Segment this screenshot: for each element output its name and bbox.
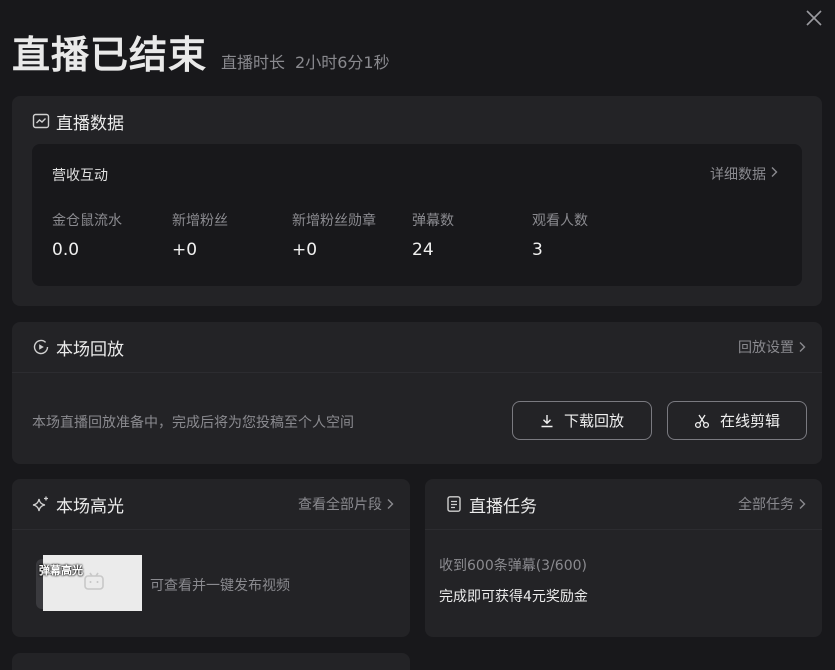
download-icon (540, 414, 554, 428)
download-replay-label: 下载回放 (563, 412, 624, 430)
page-title: 直播已结束 (12, 33, 208, 77)
view-all-clips-link[interactable]: 查看全部片段 (298, 479, 394, 529)
all-tasks-link[interactable]: 全部任务 (738, 479, 806, 529)
stat-label: 金仓鼠流水 (52, 213, 122, 229)
stat-revenue: 金仓鼠流水 0.0 (52, 210, 172, 260)
tv-logo-icon (83, 571, 105, 595)
replay-settings-link[interactable]: 回放设置 (738, 322, 806, 372)
stat-new-fans: 新增粉丝 +0 (172, 210, 292, 260)
chevron-right-icon (770, 166, 778, 182)
stat-label: 观看人数 (532, 213, 588, 229)
divider (12, 372, 822, 373)
task-progress: 收到600条弹幕(3/600) (439, 558, 587, 574)
stat-new-fan-medals: 新增粉丝勋章 +0 (292, 210, 412, 260)
highlights-panel: 本场高光 查看全部片段 弹幕高光 可查看并一键发布视频 (12, 479, 410, 637)
tasks-title: 直播任务 (469, 496, 537, 517)
download-replay-button[interactable]: 下载回放 (512, 401, 652, 440)
task-reward: 完成即可获得4元奖励金 (439, 589, 588, 605)
live-data-title: 直播数据 (56, 113, 124, 134)
online-edit-label: 在线剪辑 (719, 412, 780, 430)
replay-panel: 本场回放 回放设置 本场直播回放准备中，完成后将为您投稿至个人空间 下载回放 在… (12, 322, 822, 464)
duration-label: 直播时长 (221, 53, 286, 72)
sparkle-icon (32, 495, 50, 513)
highlight-thumbnail[interactable]: 弹幕高光 (36, 555, 142, 611)
live-data-header: 直播数据 (12, 96, 822, 146)
stat-value: 0.0 (52, 240, 80, 260)
page-header: 直播已结束 直播时长 2小时6分1秒 (12, 24, 390, 79)
next-panel-partial (12, 653, 410, 670)
stat-label: 新增粉丝 (172, 213, 228, 229)
view-all-clips-label: 查看全部片段 (298, 497, 382, 513)
revenue-interaction-card: 营收互动 详细数据 金仓鼠流水 0.0 新增粉丝 +0 新增粉丝勋章 +0 弹幕… (32, 144, 802, 286)
chevron-right-icon (798, 341, 806, 353)
stat-value: +0 (172, 240, 198, 260)
online-edit-button[interactable]: 在线剪辑 (667, 401, 807, 440)
stat-value: 24 (412, 240, 434, 260)
chart-icon (32, 112, 50, 130)
revenue-interaction-title: 营收互动 (52, 168, 108, 184)
document-icon (445, 495, 463, 513)
replay-settings-label: 回放设置 (738, 340, 794, 356)
stat-danmaku-count: 弹幕数 24 (412, 210, 532, 260)
chevron-right-icon (798, 498, 806, 510)
replay-title: 本场回放 (56, 339, 124, 360)
divider (425, 529, 822, 530)
stat-value: +0 (292, 240, 318, 260)
stat-label: 弹幕数 (412, 213, 454, 229)
replay-status-text: 本场直播回放准备中，完成后将为您投稿至个人空间 (32, 415, 354, 431)
detail-data-label: 详细数据 (710, 167, 766, 183)
detail-data-link[interactable]: 详细数据 (710, 164, 778, 184)
duration-value: 2小时6分1秒 (295, 53, 390, 72)
divider (12, 529, 410, 530)
tasks-header: 直播任务 全部任务 (425, 479, 822, 529)
chevron-right-icon (386, 498, 394, 510)
highlights-title: 本场高光 (56, 496, 124, 517)
highlights-header: 本场高光 查看全部片段 (12, 479, 410, 529)
tasks-panel: 直播任务 全部任务 收到600条弹幕(3/600) 完成即可获得4元奖励金 (425, 479, 822, 637)
live-data-panel: 直播数据 营收互动 详细数据 金仓鼠流水 0.0 新增粉丝 +0 新增粉丝勋章 … (12, 96, 822, 306)
thumbnail-tag: 弹幕高光 (39, 564, 83, 577)
all-tasks-label: 全部任务 (738, 497, 794, 513)
replay-header: 本场回放 回放设置 (12, 322, 822, 372)
scissors-icon (694, 413, 710, 429)
highlights-hint: 可查看并一键发布视频 (150, 578, 290, 594)
stat-label: 新增粉丝勋章 (292, 213, 376, 229)
close-icon[interactable] (804, 8, 824, 28)
stat-viewers: 观看人数 3 (532, 210, 652, 260)
stat-value: 3 (532, 240, 543, 260)
play-circle-icon (32, 338, 50, 356)
